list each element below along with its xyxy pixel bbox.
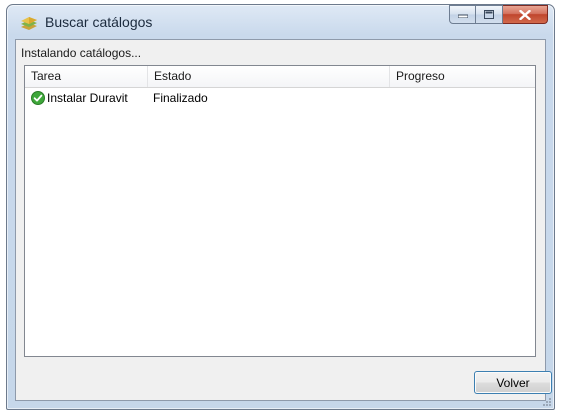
- resize-grip-icon[interactable]: [542, 397, 552, 407]
- column-header-state[interactable]: Estado: [148, 66, 390, 87]
- column-header-task[interactable]: Tarea: [25, 66, 148, 87]
- task-list[interactable]: Tarea Estado Progreso Instalar Duravit F…: [24, 65, 536, 357]
- table-row[interactable]: Instalar Duravit Finalizado: [25, 88, 535, 108]
- close-icon: [519, 9, 531, 20]
- column-header-progress[interactable]: Progreso: [390, 66, 535, 87]
- maximize-icon: [484, 10, 494, 19]
- window-title: Buscar catálogos: [45, 14, 153, 30]
- task-name: Instalar Duravit: [47, 91, 128, 105]
- maximize-button[interactable]: [476, 5, 503, 24]
- task-state: Finalizado: [153, 91, 208, 105]
- title-bar[interactable]: Buscar catálogos: [7, 5, 554, 39]
- close-button[interactable]: [503, 5, 548, 24]
- back-button[interactable]: Volver: [474, 371, 552, 394]
- check-success-icon: [31, 91, 45, 105]
- dialog-window: Buscar catálogos Instalando catálogos...…: [6, 4, 555, 410]
- minimize-button[interactable]: [449, 5, 476, 24]
- minimize-icon: [457, 14, 468, 18]
- status-text: Instalando catálogos...: [21, 46, 142, 60]
- list-header: Tarea Estado Progreso: [25, 66, 535, 88]
- catalog-app-icon: [21, 17, 37, 30]
